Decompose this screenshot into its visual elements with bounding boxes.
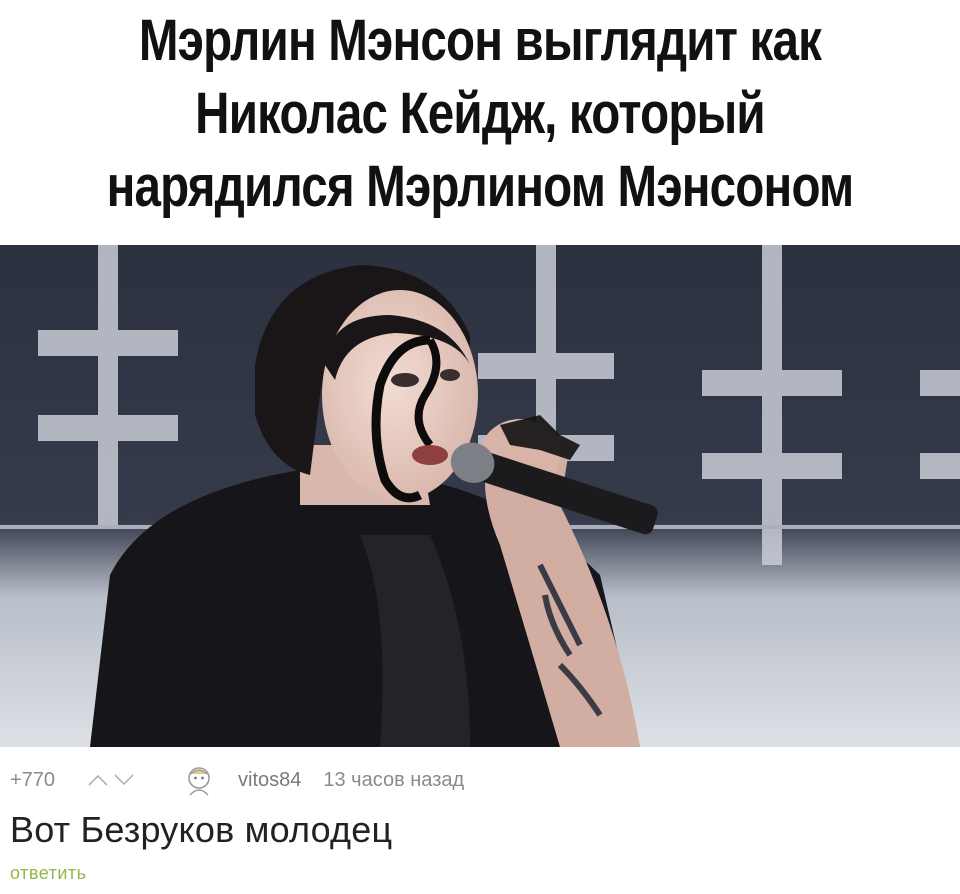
caption-line-3: нарядился Мэрлином Мэнсоном [106,154,855,219]
comment-text: Вот Безруков молодец [10,809,393,850]
comment-block: +770 vitos84 13 часов назад Вот Безруков… [0,747,960,894]
downvote-arrow-icon[interactable] [114,774,134,786]
comment-username[interactable]: vitos84 [238,769,301,792]
comment-meta: +770 vitos84 13 часов назад [10,767,465,796]
vote-controls [88,774,166,786]
caption-line-1: Мэрлин Мэнсон выглядит как [138,8,822,73]
upvote-arrow-icon[interactable] [88,774,108,786]
comment-timestamp: 13 часов назад [323,768,465,791]
comment-rating: +770 [10,768,56,791]
reply-link[interactable]: ответить [10,863,87,884]
meme-photo [0,245,960,747]
user-avatar-icon[interactable] [182,763,216,797]
meme-caption: Мэрлин Мэнсон выглядит как Николас Кейдж… [86,4,873,223]
caption-line-2: Николас Кейдж, который [195,81,765,146]
